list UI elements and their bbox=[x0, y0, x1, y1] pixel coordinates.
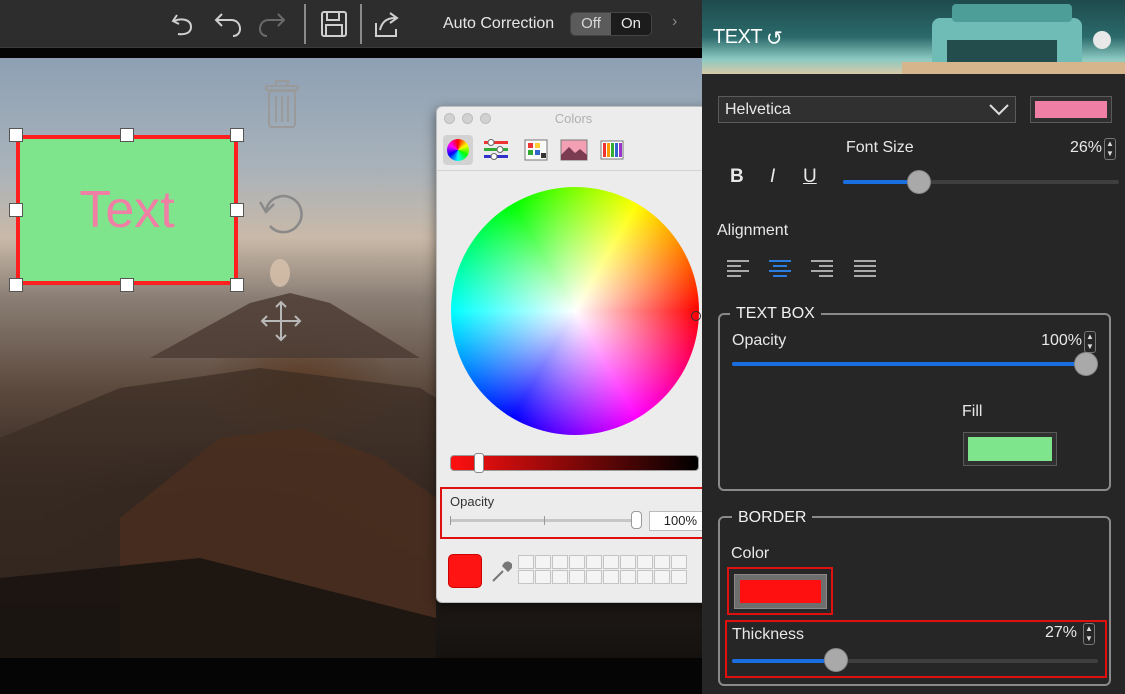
toggle-on-option[interactable]: On bbox=[611, 13, 651, 35]
font-size-stepper[interactable]: ▲ ▼ bbox=[1104, 138, 1116, 160]
move-icon[interactable] bbox=[258, 298, 304, 344]
brightness-slider-knob[interactable] bbox=[474, 453, 484, 473]
undo-icon[interactable] bbox=[210, 6, 246, 42]
italic-button[interactable]: I bbox=[770, 166, 775, 188]
text-box-opacity-slider-knob[interactable] bbox=[1074, 352, 1098, 376]
rotate-icon[interactable] bbox=[256, 188, 308, 240]
thickness-label: Thickness bbox=[732, 626, 805, 643]
opacity-slider-knob[interactable] bbox=[631, 511, 642, 529]
text-box-group-title: TEXT BOX bbox=[730, 305, 821, 323]
opacity-value-field[interactable]: 100% bbox=[649, 511, 703, 531]
color-wheel[interactable] bbox=[451, 187, 699, 435]
auto-correction-toggle[interactable]: Off On bbox=[570, 12, 652, 36]
share-icon[interactable] bbox=[368, 6, 404, 42]
resize-handle-top[interactable] bbox=[120, 128, 134, 142]
font-size-value: 26% bbox=[1069, 139, 1102, 156]
brightness-slider[interactable] bbox=[450, 455, 699, 471]
typewriter-image bbox=[902, 4, 1125, 74]
font-family-dropdown[interactable]: Helvetica bbox=[718, 96, 1016, 123]
align-center-icon[interactable] bbox=[768, 258, 792, 280]
border-color-swatch[interactable] bbox=[734, 574, 827, 609]
underline-button[interactable]: U bbox=[803, 166, 817, 188]
align-justify-icon[interactable] bbox=[853, 258, 877, 280]
font-size-label: Font Size bbox=[846, 139, 914, 156]
color-wheel-cursor[interactable] bbox=[691, 311, 701, 321]
thickness-stepper[interactable]: ▲ ▼ bbox=[1083, 623, 1095, 645]
text-box-opacity-value: 100% bbox=[1041, 332, 1082, 349]
chevron-down-icon bbox=[989, 104, 1009, 116]
toolbar-divider bbox=[304, 4, 306, 44]
undo-all-icon[interactable] bbox=[166, 6, 202, 42]
chevron-right-icon[interactable]: › bbox=[672, 13, 677, 31]
color-mode-bar bbox=[437, 131, 710, 171]
thickness-slider-fill bbox=[732, 659, 837, 663]
text-box-opacity-stepper[interactable]: ▲ ▼ bbox=[1084, 331, 1096, 353]
thickness-value: 27% bbox=[1044, 624, 1077, 641]
color-sliders-mode-icon[interactable] bbox=[481, 135, 511, 165]
fill-color-swatch[interactable] bbox=[963, 432, 1057, 466]
redo-icon[interactable] bbox=[254, 6, 290, 42]
resize-handle-right[interactable] bbox=[230, 203, 244, 217]
reset-icon[interactable]: ↺ bbox=[766, 26, 783, 51]
app-window: Auto Correction Off On › Text Colors Opa… bbox=[0, 0, 1125, 694]
opacity-slider-track[interactable] bbox=[450, 519, 640, 522]
colors-panel-title: Colors bbox=[554, 111, 593, 126]
bold-button[interactable]: B bbox=[730, 166, 744, 188]
opacity-section-highlight: Opacity 100% bbox=[440, 487, 709, 539]
save-icon[interactable] bbox=[316, 6, 352, 42]
resize-handle-top-right[interactable] bbox=[230, 128, 244, 142]
border-color-label: Color bbox=[731, 545, 770, 562]
opacity-slider-tick bbox=[450, 516, 451, 525]
toggle-off-option[interactable]: Off bbox=[571, 13, 611, 35]
border-group-title: BORDER bbox=[732, 509, 813, 527]
font-color-swatch[interactable] bbox=[1030, 96, 1112, 123]
resize-handle-left[interactable] bbox=[9, 203, 23, 217]
color-palettes-mode-icon[interactable] bbox=[521, 135, 551, 165]
font-family-value: Helvetica bbox=[725, 101, 791, 118]
thickness-slider-knob[interactable] bbox=[824, 648, 848, 672]
top-toolbar: Auto Correction Off On › bbox=[0, 0, 702, 48]
color-wheel-mode-icon[interactable] bbox=[443, 135, 473, 165]
text-box-opacity-slider-fill bbox=[732, 362, 1086, 366]
toolbar-divider bbox=[360, 4, 362, 44]
custom-swatch-grid[interactable] bbox=[518, 555, 687, 584]
opacity-slider-tick bbox=[544, 516, 545, 525]
crayons-mode-icon[interactable] bbox=[597, 135, 627, 165]
auto-correction-label: Auto Correction bbox=[443, 15, 555, 32]
image-palettes-mode-icon[interactable] bbox=[559, 135, 589, 165]
text-box-content[interactable]: Text bbox=[79, 180, 174, 240]
resize-handle-top-left[interactable] bbox=[9, 128, 23, 142]
resize-handle-bottom[interactable] bbox=[120, 278, 134, 292]
text-section-banner: TEXT ↺ bbox=[702, 0, 1125, 74]
trash-icon[interactable] bbox=[262, 80, 302, 130]
eyedropper-icon[interactable] bbox=[490, 560, 512, 584]
font-size-slider-knob[interactable] bbox=[907, 170, 931, 194]
resize-handle-bottom-right[interactable] bbox=[230, 278, 244, 292]
align-right-icon[interactable] bbox=[810, 258, 834, 280]
opacity-label: Opacity bbox=[450, 494, 495, 509]
text-box-opacity-label: Opacity bbox=[732, 332, 787, 349]
alignment-label: Alignment bbox=[717, 222, 789, 239]
fill-label: Fill bbox=[962, 403, 983, 420]
inspector-panel: TEXT ↺ Helvetica Font Size 26% ▲ ▼ B I U … bbox=[702, 0, 1125, 694]
align-left-icon[interactable] bbox=[726, 258, 750, 280]
text-box-element[interactable]: Text bbox=[16, 135, 238, 285]
colors-panel: Colors Opacity 100% bbox=[436, 106, 711, 603]
current-color-swatch[interactable] bbox=[448, 554, 482, 588]
section-title: TEXT bbox=[713, 26, 763, 48]
resize-handle-bottom-left[interactable] bbox=[9, 278, 23, 292]
